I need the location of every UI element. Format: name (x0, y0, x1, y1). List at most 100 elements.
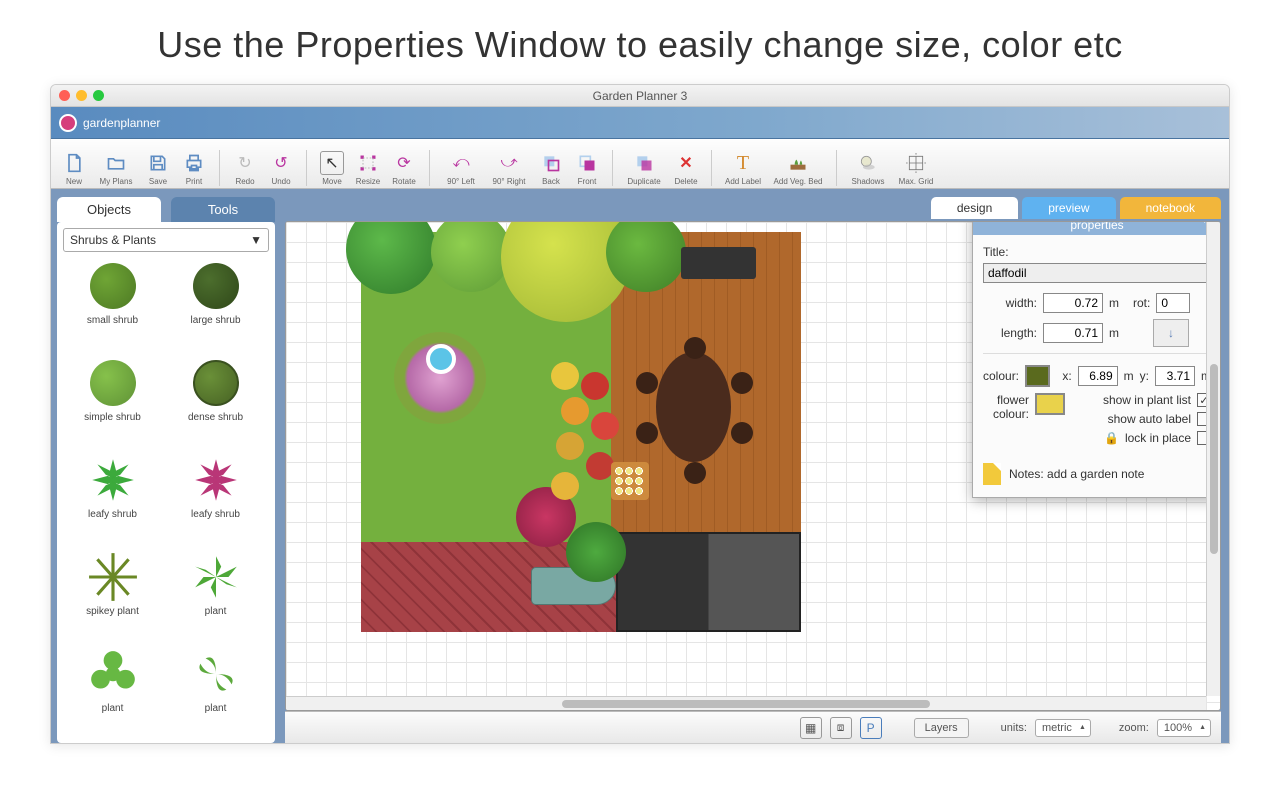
units-select[interactable]: metric (1035, 719, 1091, 737)
new-button[interactable]: New (57, 151, 91, 186)
palette-small-shrub[interactable]: small shrub (63, 258, 162, 349)
bringfront-button[interactable]: Front (570, 151, 604, 186)
palette-plant-2[interactable]: plant (63, 646, 162, 737)
palette-plant-1[interactable]: plant (166, 549, 265, 640)
rotate-right-icon: ⤻ (497, 151, 521, 175)
app-window: Garden Planner 3 gardenplanner New My Pl… (50, 84, 1230, 744)
resize-icon (356, 151, 380, 175)
shadows-button[interactable]: Shadows (845, 151, 891, 186)
palette-simple-shrub[interactable]: simple shrub (63, 355, 162, 446)
canvas-shed-roof[interactable] (616, 532, 801, 632)
width-input[interactable] (1043, 293, 1103, 313)
print-icon (182, 151, 206, 175)
palette-leafy-shrub-2[interactable]: leafy shrub (166, 452, 265, 543)
canvas-chair[interactable] (731, 372, 753, 394)
canvas-fountain[interactable] (426, 344, 456, 374)
move-button[interactable]: ↖Move (315, 151, 349, 186)
zoom-select[interactable]: 100% (1157, 719, 1211, 737)
text-icon: T (731, 151, 755, 175)
addlabel-button[interactable]: TAdd Label (720, 151, 766, 186)
zoom-window-button[interactable] (93, 90, 104, 101)
app-header: gardenplanner (51, 107, 1229, 139)
delete-icon: ✕ (674, 151, 698, 175)
canvas-chair[interactable] (684, 462, 706, 484)
rotate-icon: ⟳ (392, 151, 416, 175)
objects-palette[interactable]: small shrub large shrub simple shrub den… (63, 258, 269, 737)
close-window-button[interactable] (59, 90, 70, 101)
addvegbed-button[interactable]: Add Veg. Bed (768, 151, 828, 186)
title-label: Title: (983, 245, 1211, 259)
canvas-chair[interactable] (684, 337, 706, 359)
grid-icon (904, 151, 928, 175)
tab-preview[interactable]: preview (1022, 197, 1115, 219)
folder-icon (104, 151, 128, 175)
status-bar: ▦ ⧈ P Layers units: metric zoom: 100% (285, 711, 1221, 743)
undo-button[interactable]: ↺Undo (264, 151, 298, 186)
rotate-left-icon: ⤺ (449, 151, 473, 175)
app-logo-icon (59, 114, 77, 132)
palette-large-shrub[interactable]: large shrub (166, 258, 265, 349)
window-title: Garden Planner 3 (593, 89, 688, 103)
maxgrid-button[interactable]: Max. Grid (893, 151, 939, 186)
redo-icon: ↻ (233, 151, 257, 175)
print-button[interactable]: Print (177, 151, 211, 186)
lock-icon: 🔒 (1104, 431, 1119, 445)
bring-front-icon (575, 151, 599, 175)
view-parking-button[interactable]: P (860, 717, 882, 739)
delete-button[interactable]: ✕Delete (669, 151, 703, 186)
tab-tools[interactable]: Tools (171, 197, 275, 222)
x-input[interactable] (1078, 366, 1118, 386)
view-ruler-button[interactable]: ⧈ (830, 717, 852, 739)
resize-button[interactable]: Resize (351, 151, 385, 186)
layers-button[interactable]: Layers (914, 718, 969, 738)
tab-objects[interactable]: Objects (57, 197, 161, 222)
properties-header[interactable]: properties⌃ (973, 221, 1221, 235)
duplicate-button[interactable]: Duplicate (621, 151, 667, 186)
canvas-bbq[interactable] (681, 247, 756, 279)
send-back-icon (539, 151, 563, 175)
palette-dense-shrub[interactable]: dense shrub (166, 355, 265, 446)
notes-button[interactable]: Notes: add a garden note (983, 463, 1211, 485)
palette-plant-3[interactable]: plant (166, 646, 265, 737)
title-input[interactable] (983, 263, 1211, 283)
vertical-scrollbar[interactable] (1206, 222, 1220, 696)
design-canvas[interactable]: properties⌃ Title: width: m rot: (285, 221, 1221, 711)
minimize-window-button[interactable] (76, 90, 87, 101)
shadows-icon (856, 151, 880, 175)
rotation-arrow-button[interactable]: ↓ (1153, 319, 1189, 347)
canvas-chair[interactable] (731, 422, 753, 444)
save-button[interactable]: Save (141, 151, 175, 186)
rotate-right-button[interactable]: ⤻90° Right (486, 151, 532, 186)
redo-button[interactable]: ↻Redo (228, 151, 262, 186)
note-icon (983, 463, 1001, 485)
instruction-banner: Use the Properties Window to easily chan… (0, 0, 1280, 84)
rot-input[interactable] (1156, 293, 1190, 313)
flower-colour-swatch[interactable] (1035, 393, 1065, 415)
duplicate-icon (632, 151, 656, 175)
tab-design[interactable]: design (931, 197, 1018, 219)
sendback-button[interactable]: Back (534, 151, 568, 186)
canvas-table[interactable] (656, 352, 731, 462)
app-name: gardenplanner (83, 116, 160, 130)
tab-notebook[interactable]: notebook (1120, 197, 1221, 219)
save-icon (146, 151, 170, 175)
veg-bed-icon (786, 151, 810, 175)
main-toolbar: New My Plans Save Print ↻Redo ↺Undo ↖Mov… (51, 139, 1229, 189)
y-input[interactable] (1155, 366, 1195, 386)
colour-swatch[interactable] (1025, 365, 1050, 387)
window-titlebar: Garden Planner 3 (51, 85, 1229, 107)
document-icon (62, 151, 86, 175)
palette-leafy-shrub-1[interactable]: leafy shrub (63, 452, 162, 543)
myplans-button[interactable]: My Plans (93, 151, 139, 186)
chevron-down-icon: ▼ (250, 233, 262, 247)
category-dropdown[interactable]: Shrubs & Plants▼ (63, 228, 269, 252)
rotate-button[interactable]: ⟳Rotate (387, 151, 421, 186)
view-grid-button[interactable]: ▦ (800, 717, 822, 739)
palette-spikey-plant[interactable]: spikey plant (63, 549, 162, 640)
undo-icon: ↺ (269, 151, 293, 175)
rotate-left-button[interactable]: ⤺90° Left (438, 151, 484, 186)
cursor-icon: ↖ (320, 151, 344, 175)
horizontal-scrollbar[interactable] (286, 696, 1206, 710)
properties-panel[interactable]: properties⌃ Title: width: m rot: (972, 221, 1221, 498)
length-input[interactable] (1043, 323, 1103, 343)
